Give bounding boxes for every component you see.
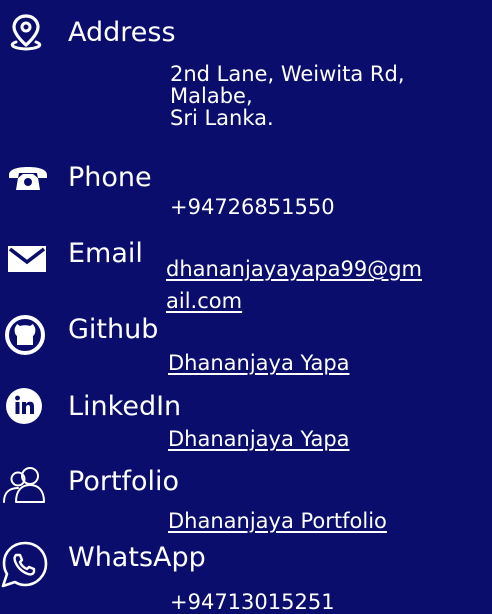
linkedin-title: LinkedIn	[68, 391, 182, 422]
phone-value: +94726851550	[170, 195, 335, 219]
email-title: Email	[68, 238, 143, 269]
linkedin-link[interactable]: Dhananjaya Yapa	[168, 428, 350, 450]
users-icon	[3, 467, 45, 503]
portfolio-link[interactable]: Dhananjaya Portfolio	[168, 510, 387, 532]
phone-title: Phone	[68, 162, 152, 193]
whatsapp-title: WhatsApp	[68, 542, 206, 573]
github-link[interactable]: Dhananjaya Yapa	[168, 352, 350, 374]
address-value: 2nd Lane, Weiwita Rd, Malabe, Sri Lanka.	[170, 62, 405, 130]
address-title: Address	[68, 17, 176, 48]
mail-icon	[8, 246, 46, 272]
whatsapp-value: +94713015251	[170, 590, 335, 614]
github-title: Github	[68, 314, 159, 345]
phone-icon	[9, 167, 47, 190]
location-pin-icon	[10, 14, 42, 51]
portfolio-title: Portfolio	[68, 466, 180, 497]
linkedin-icon	[6, 388, 42, 424]
github-icon	[5, 315, 45, 355]
whatsapp-icon	[1, 541, 48, 588]
email-link-line1[interactable]: dhananjayayapa99@gm	[166, 258, 422, 280]
email-link-line2[interactable]: ail.com	[166, 290, 242, 312]
